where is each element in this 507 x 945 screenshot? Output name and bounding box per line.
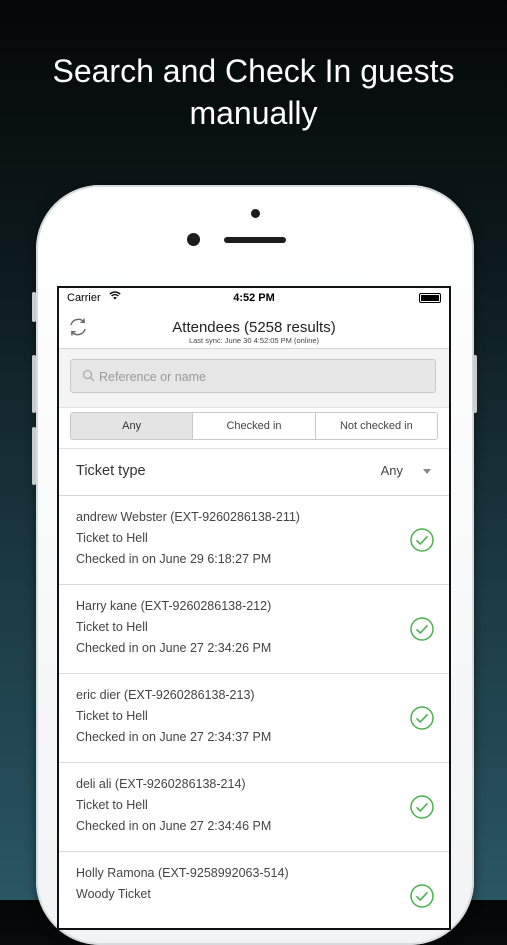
attendee-list: andrew Webster (EXT-9260286138-211) Tick… (59, 496, 449, 928)
attendee-ticket: Ticket to Hell (76, 709, 148, 723)
ticket-type-filter[interactable]: Ticket type Any (59, 449, 449, 496)
ticket-type-label: Ticket type (76, 463, 146, 479)
search-bar (59, 349, 449, 408)
power-button (473, 355, 477, 413)
volume-up-button (32, 355, 36, 413)
attendee-ticket: Ticket to Hell (76, 798, 148, 812)
segment-checked-in[interactable]: Checked in (192, 413, 315, 439)
promo-headline-line-2: manually (189, 95, 318, 131)
ticket-type-value[interactable]: Any (381, 463, 403, 478)
check-circle-icon[interactable] (410, 617, 434, 641)
promo-headline: Search and Check In guests manually (0, 50, 507, 134)
attendee-row[interactable]: eric dier (EXT-9260286138-213) Ticket to… (59, 674, 449, 763)
earpiece-speaker (224, 237, 286, 243)
attendee-status: Checked in on June 27 2:34:37 PM (76, 730, 272, 744)
mute-switch (32, 292, 36, 322)
check-circle-icon[interactable] (410, 706, 434, 730)
attendee-row[interactable]: Holly Ramona (EXT-9258992063-514) Woody … (59, 852, 449, 928)
check-circle-icon[interactable] (410, 528, 434, 552)
attendee-name: Harry kane (EXT-9260286138-212) (76, 599, 272, 613)
promo-headline-line-1: Search and Check In guests (52, 53, 455, 89)
last-sync-label: Last sync: June 30 4:52:05 PM (online) (188, 336, 320, 345)
front-camera (187, 233, 200, 246)
search-input[interactable] (97, 362, 431, 392)
caret-down-icon[interactable] (423, 469, 431, 474)
clock: 4:52 PM (233, 292, 275, 304)
attendee-ticket: Woody Ticket (76, 887, 151, 901)
search-icon (82, 369, 96, 383)
app-screen: Carrier 4:52 PM Attendees (5258 results)… (57, 286, 451, 930)
status-bar: Carrier 4:52 PM (59, 288, 449, 308)
search-field[interactable] (70, 359, 436, 393)
attendee-row[interactable]: andrew Webster (EXT-9260286138-211) Tick… (59, 496, 449, 585)
battery-icon (419, 293, 441, 303)
attendee-name: andrew Webster (EXT-9260286138-211) (76, 510, 300, 524)
attendee-row[interactable]: deli ali (EXT-9260286138-214) Ticket to … (59, 763, 449, 852)
attendee-name: deli ali (EXT-9260286138-214) (76, 777, 246, 791)
attendee-status: Checked in on June 29 6:18:27 PM (76, 552, 272, 566)
volume-down-button (32, 427, 36, 485)
segment-not-checked-in[interactable]: Not checked in (314, 413, 437, 439)
attendee-status: Checked in on June 27 2:34:46 PM (76, 819, 272, 833)
attendee-row[interactable]: Harry kane (EXT-9260286138-212) Ticket t… (59, 585, 449, 674)
front-sensor (251, 209, 260, 218)
page-title: Attendees (5258 results) (172, 319, 336, 336)
attendee-ticket: Ticket to Hell (76, 531, 148, 545)
check-circle-icon[interactable] (410, 795, 434, 819)
checkin-status-filter: Any Checked in Not checked in (70, 412, 438, 440)
segment-any[interactable]: Any (71, 413, 193, 439)
check-circle-icon[interactable] (410, 884, 434, 908)
attendee-name: Holly Ramona (EXT-9258992063-514) (76, 866, 289, 880)
nav-bar: Attendees (5258 results) Last sync: June… (59, 308, 449, 349)
attendee-status: Checked in on June 27 2:34:26 PM (76, 641, 272, 655)
attendee-ticket: Ticket to Hell (76, 620, 148, 634)
attendee-name: eric dier (EXT-9260286138-213) (76, 688, 255, 702)
